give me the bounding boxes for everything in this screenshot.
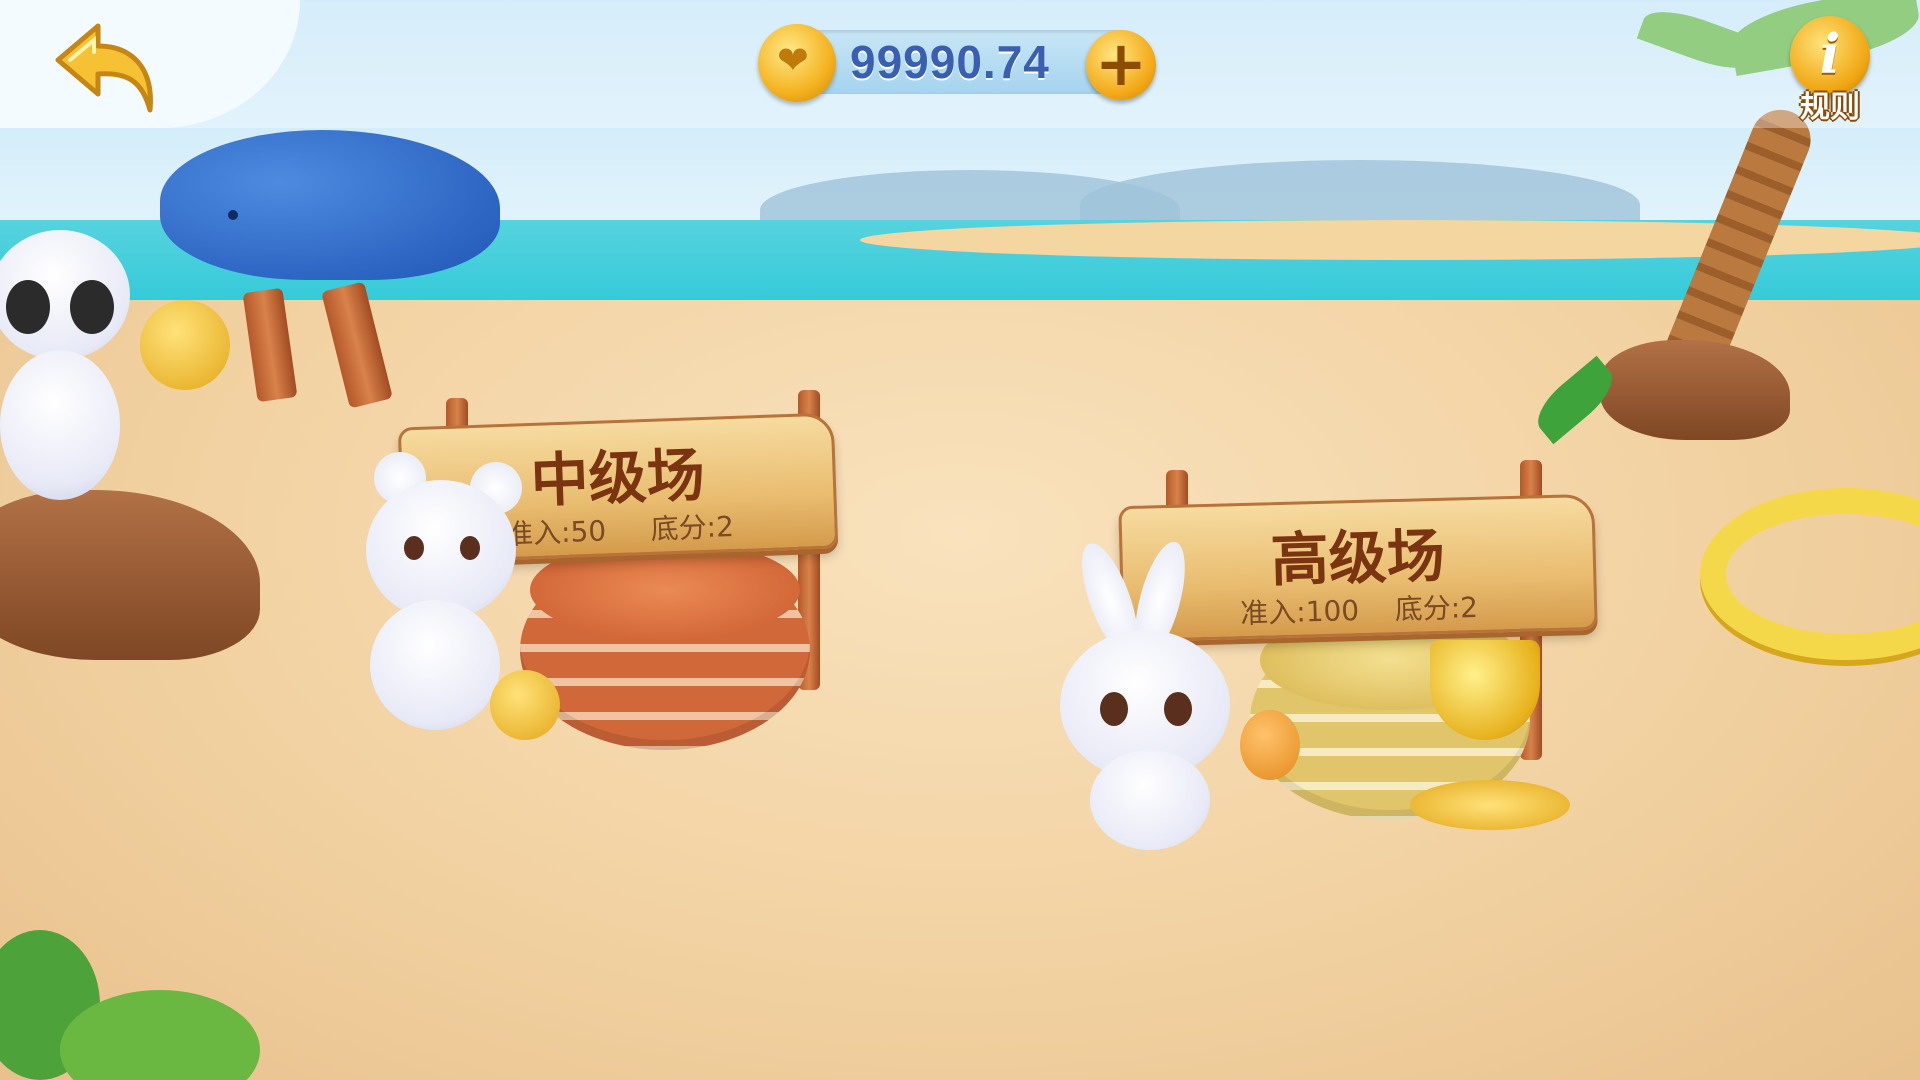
- carrot-icon: [1240, 710, 1300, 780]
- room-intermediate[interactable]: 中级场 准入:50 底分:2: [360, 390, 880, 750]
- panda-mascot-body: [0, 350, 120, 500]
- rabbit-mascot-body: [1090, 750, 1210, 850]
- add-coins-button[interactable]: +: [1086, 30, 1156, 100]
- bear-eye: [404, 536, 424, 560]
- gold-coin-pile: [1410, 780, 1570, 830]
- back-arrow-icon: [55, 23, 153, 113]
- plus-icon: +: [1095, 27, 1147, 100]
- gold-coin-icon: ❤: [758, 24, 836, 102]
- lobby-scene: ❤ 99990.74 + i 规则 中级场 准入:50 底分:2 高级场 准入:…: [0, 0, 1920, 1080]
- rabbit-eye: [1164, 692, 1192, 726]
- coin-symbol: ❤: [777, 38, 809, 82]
- balance-amount: 99990.74: [850, 36, 1050, 88]
- info-icon: i: [1819, 22, 1841, 86]
- panda-eye-patch: [6, 280, 50, 334]
- bear-mascot-head: [366, 480, 516, 620]
- rules-label: 规则: [1800, 90, 1860, 125]
- room-base-score: 底分:2: [650, 509, 735, 546]
- gold-coin-icon: [490, 670, 560, 740]
- room-base-score: 底分:2: [1394, 590, 1479, 627]
- room-entry: 准入:50: [504, 514, 607, 551]
- whale-eye: [228, 210, 238, 220]
- rules-button[interactable]: i 规则: [1786, 16, 1874, 125]
- room-entry: 准入:100: [1239, 593, 1360, 631]
- bear-eye: [460, 536, 480, 560]
- panda-eye-patch: [70, 280, 114, 334]
- rabbit-eye: [1100, 692, 1128, 726]
- trophy-icon: [140, 300, 230, 390]
- back-button[interactable]: [50, 18, 160, 118]
- bear-mascot-body: [370, 600, 500, 730]
- room-sign: 高级场 准入:100 底分:2: [1118, 493, 1598, 643]
- room-advanced[interactable]: 高级场 准入:100 底分:2: [1060, 460, 1620, 850]
